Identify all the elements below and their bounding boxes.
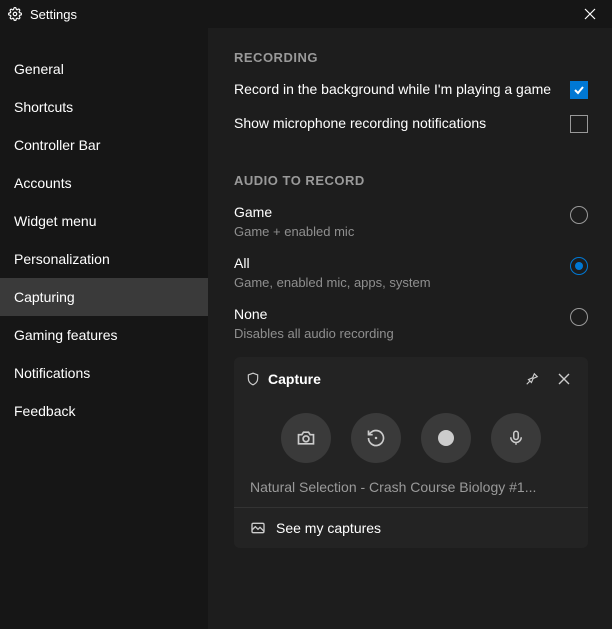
rewind-icon (366, 428, 386, 448)
sidebar-item-accounts[interactable]: Accounts (0, 164, 208, 202)
capture-widget: Capture (234, 357, 588, 548)
gear-icon (8, 7, 22, 21)
audio-option-none[interactable]: None Disables all audio recording (234, 306, 588, 341)
mic-notifications-label: Show microphone recording notifications (234, 115, 570, 131)
record-dot-icon (438, 430, 454, 446)
sidebar-item-gaming-features[interactable]: Gaming features (0, 316, 208, 354)
see-captures-label: See my captures (276, 520, 381, 536)
audio-option-title: All (234, 255, 570, 271)
audio-option-title: Game (234, 204, 570, 220)
audio-radio-game[interactable] (570, 206, 588, 224)
sidebar-item-controller-bar[interactable]: Controller Bar (0, 126, 208, 164)
audio-radio-none[interactable] (570, 308, 588, 326)
audio-option-sub: Game, enabled mic, apps, system (234, 275, 570, 290)
record-background-label: Record in the background while I'm playi… (234, 81, 570, 97)
camera-icon (296, 428, 316, 448)
sidebar-item-feedback[interactable]: Feedback (0, 392, 208, 430)
close-button[interactable] (576, 0, 604, 28)
audio-radio-all[interactable] (570, 257, 588, 275)
audio-option-sub: Game + enabled mic (234, 224, 570, 239)
titlebar: Settings (0, 0, 612, 28)
sidebar-item-personalization[interactable]: Personalization (0, 240, 208, 278)
audio-header: AUDIO TO RECORD (234, 173, 588, 188)
shield-icon (246, 372, 260, 386)
sidebar-item-shortcuts[interactable]: Shortcuts (0, 88, 208, 126)
record-last-button[interactable] (351, 413, 401, 463)
audio-option-game[interactable]: Game Game + enabled mic (234, 204, 588, 239)
record-button[interactable] (421, 413, 471, 463)
capture-close-button[interactable] (552, 367, 576, 391)
recording-header: RECORDING (234, 50, 588, 65)
content: RECORDING Record in the background while… (208, 28, 612, 629)
mic-button[interactable] (491, 413, 541, 463)
capture-caption: Natural Selection - Crash Course Biology… (234, 473, 588, 507)
sidebar-item-notifications[interactable]: Notifications (0, 354, 208, 392)
mic-notifications-checkbox[interactable] (570, 115, 588, 133)
record-background-checkbox[interactable] (570, 81, 588, 99)
sidebar-item-capturing[interactable]: Capturing (0, 278, 208, 316)
capture-title: Capture (268, 371, 321, 387)
audio-option-sub: Disables all audio recording (234, 326, 570, 341)
gallery-icon (250, 520, 266, 536)
pin-button[interactable] (520, 367, 544, 391)
see-captures-button[interactable]: See my captures (234, 507, 588, 548)
audio-option-all[interactable]: All Game, enabled mic, apps, system (234, 255, 588, 290)
microphone-icon (507, 429, 525, 447)
sidebar: GeneralShortcutsController BarAccountsWi… (0, 28, 208, 629)
audio-option-title: None (234, 306, 570, 322)
sidebar-item-widget-menu[interactable]: Widget menu (0, 202, 208, 240)
sidebar-item-general[interactable]: General (0, 50, 208, 88)
screenshot-button[interactable] (281, 413, 331, 463)
window-title: Settings (30, 7, 77, 22)
